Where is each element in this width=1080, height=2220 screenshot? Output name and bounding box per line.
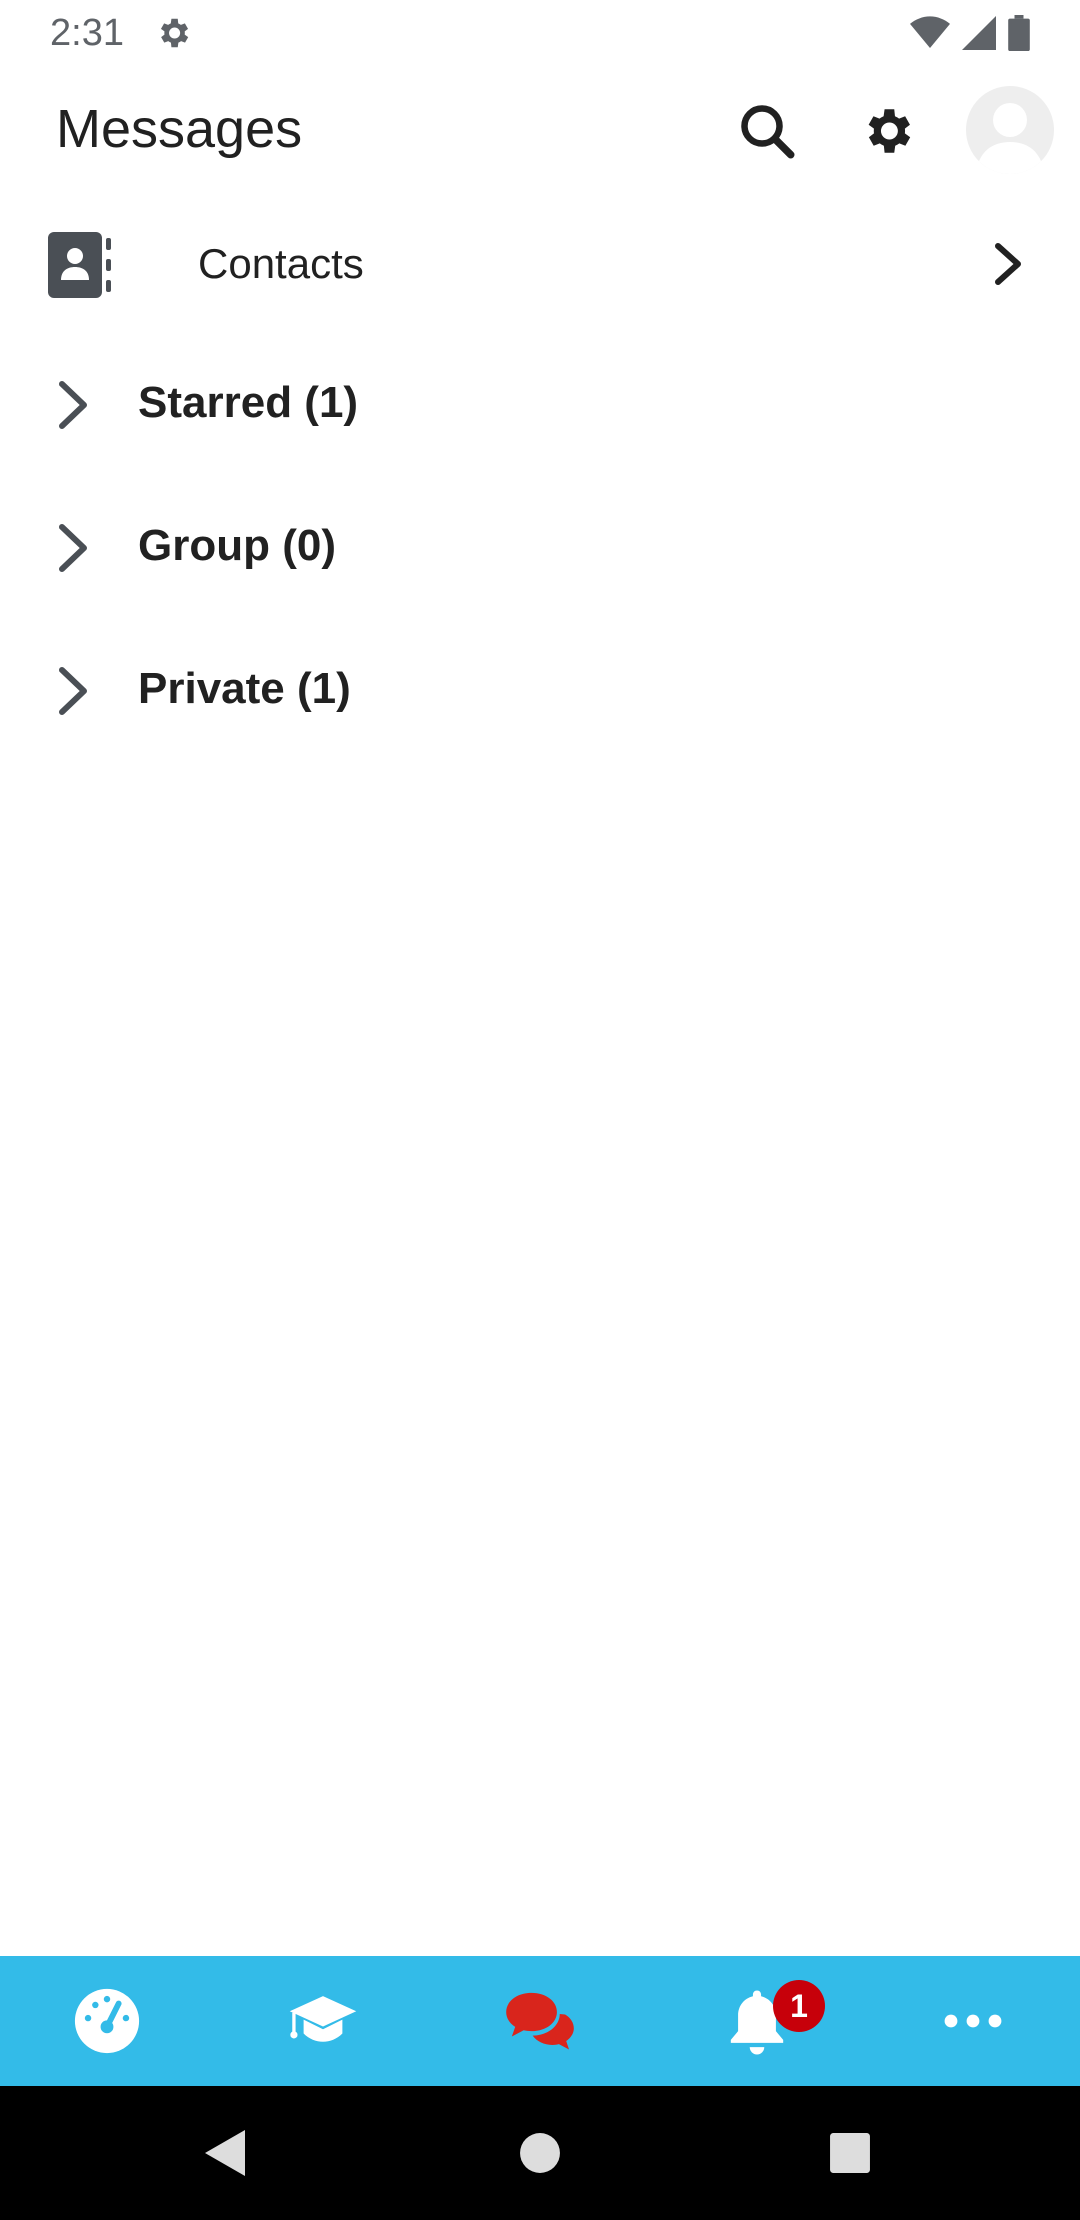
system-recents-button[interactable] <box>820 2123 880 2183</box>
nav-courses[interactable] <box>263 1956 383 2086</box>
battery-icon <box>1008 15 1030 51</box>
search-icon <box>741 105 795 159</box>
system-home-button[interactable] <box>510 2123 570 2183</box>
app-bar: Messages <box>0 66 1080 196</box>
contacts-book-icon <box>48 232 111 298</box>
nav-messages[interactable] <box>480 1956 600 2086</box>
search-button[interactable] <box>732 96 802 166</box>
status-time: 2:31 <box>50 11 124 54</box>
messages-screen: 2:31 Messages Contacts Starred (1) Group… <box>0 0 1080 2220</box>
back-triangle-icon <box>205 2130 245 2176</box>
group-label-group: Group (0) <box>138 521 336 570</box>
contacts-row[interactable]: Contacts <box>0 214 1080 314</box>
chevron-right-icon <box>59 524 87 572</box>
nav-dashboard[interactable] <box>47 1956 167 2086</box>
settings-button[interactable] <box>852 96 922 166</box>
notifications-badge: 1 <box>773 1980 825 2032</box>
status-indicators <box>910 15 1030 51</box>
chevron-right-icon <box>59 667 87 715</box>
settings-status-icon <box>160 18 189 48</box>
group-row-starred[interactable]: Starred (1) <box>0 352 1080 452</box>
contacts-label: Contacts <box>198 240 364 287</box>
group-row-group[interactable]: Group (0) <box>0 495 1080 595</box>
chevron-right-icon <box>995 243 1021 285</box>
system-nav-bar <box>0 2086 1080 2220</box>
home-circle-icon <box>520 2133 560 2173</box>
group-label-private: Private (1) <box>138 664 351 713</box>
wifi-icon <box>910 16 950 48</box>
group-label-starred: Starred (1) <box>138 378 359 427</box>
courses-icon <box>289 1996 357 2042</box>
status-bar: 2:31 <box>0 0 1080 66</box>
chevron-right-icon <box>59 381 87 429</box>
signal-icon <box>962 16 996 50</box>
dashboard-icon <box>74 1988 140 2054</box>
bottom-nav: 1 <box>0 1956 1080 2086</box>
avatar[interactable] <box>966 86 1054 174</box>
user-avatar-icon <box>976 103 1044 174</box>
page-title: Messages <box>56 99 303 159</box>
system-back-button[interactable] <box>196 2123 256 2183</box>
recents-square-icon <box>830 2133 870 2173</box>
nav-more[interactable] <box>913 1956 1033 2086</box>
nav-notifications[interactable]: 1 <box>697 1956 825 2086</box>
gear-icon <box>868 109 911 153</box>
group-row-private[interactable]: Private (1) <box>0 638 1080 738</box>
more-icon <box>944 2014 1002 2028</box>
messages-icon <box>506 1992 574 2050</box>
